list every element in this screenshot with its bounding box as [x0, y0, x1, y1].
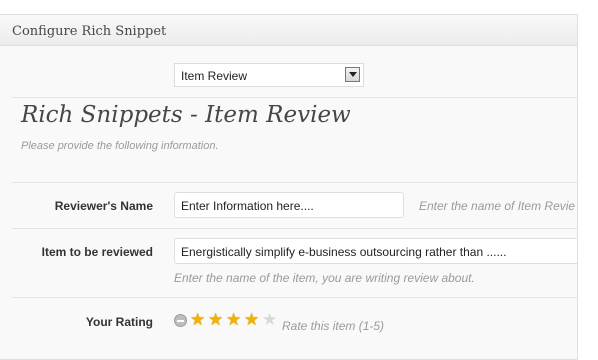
star-icon[interactable]: ★ [208, 311, 223, 330]
star-icon[interactable]: ★ [262, 311, 277, 330]
star-icon[interactable]: ★ [190, 311, 205, 330]
rich-snippet-panel: Configure Rich Snippet Item Review Rich … [0, 14, 578, 360]
reviewer-name-input[interactable]: Enter Information here.... [174, 192, 404, 218]
divider [12, 97, 577, 98]
item-reviewed-hint: Enter the name of the item, you are writ… [174, 271, 475, 285]
snippet-type-value: Item Review [181, 69, 248, 83]
your-rating-label: Your Rating [85, 315, 153, 329]
snippet-type-select[interactable]: Item Review [174, 63, 364, 87]
panel-header: Configure Rich Snippet [0, 15, 577, 46]
chevron-down-icon[interactable] [345, 67, 360, 82]
reviewer-name-hint: Enter the name of Item Revie [419, 199, 576, 213]
divider [12, 297, 577, 298]
reviewer-name-label: Reviewer's Name [54, 199, 153, 213]
panel-title: Configure Rich Snippet [12, 24, 167, 39]
divider [12, 182, 577, 183]
star-icon[interactable]: ★ [244, 311, 259, 330]
item-reviewed-label: Item to be reviewed [41, 245, 153, 259]
section-subtext: Please provide the following information… [21, 140, 219, 152]
cancel-rating-icon[interactable] [174, 314, 187, 327]
divider [12, 228, 577, 229]
star-icon[interactable]: ★ [226, 311, 241, 330]
your-rating-hint: Rate this item (1-5) [282, 319, 385, 333]
page-background-strip [578, 14, 598, 353]
section-heading: Rich Snippets - Item Review [21, 102, 351, 128]
item-reviewed-input[interactable]: Energistically simplify e-business outso… [174, 238, 577, 264]
